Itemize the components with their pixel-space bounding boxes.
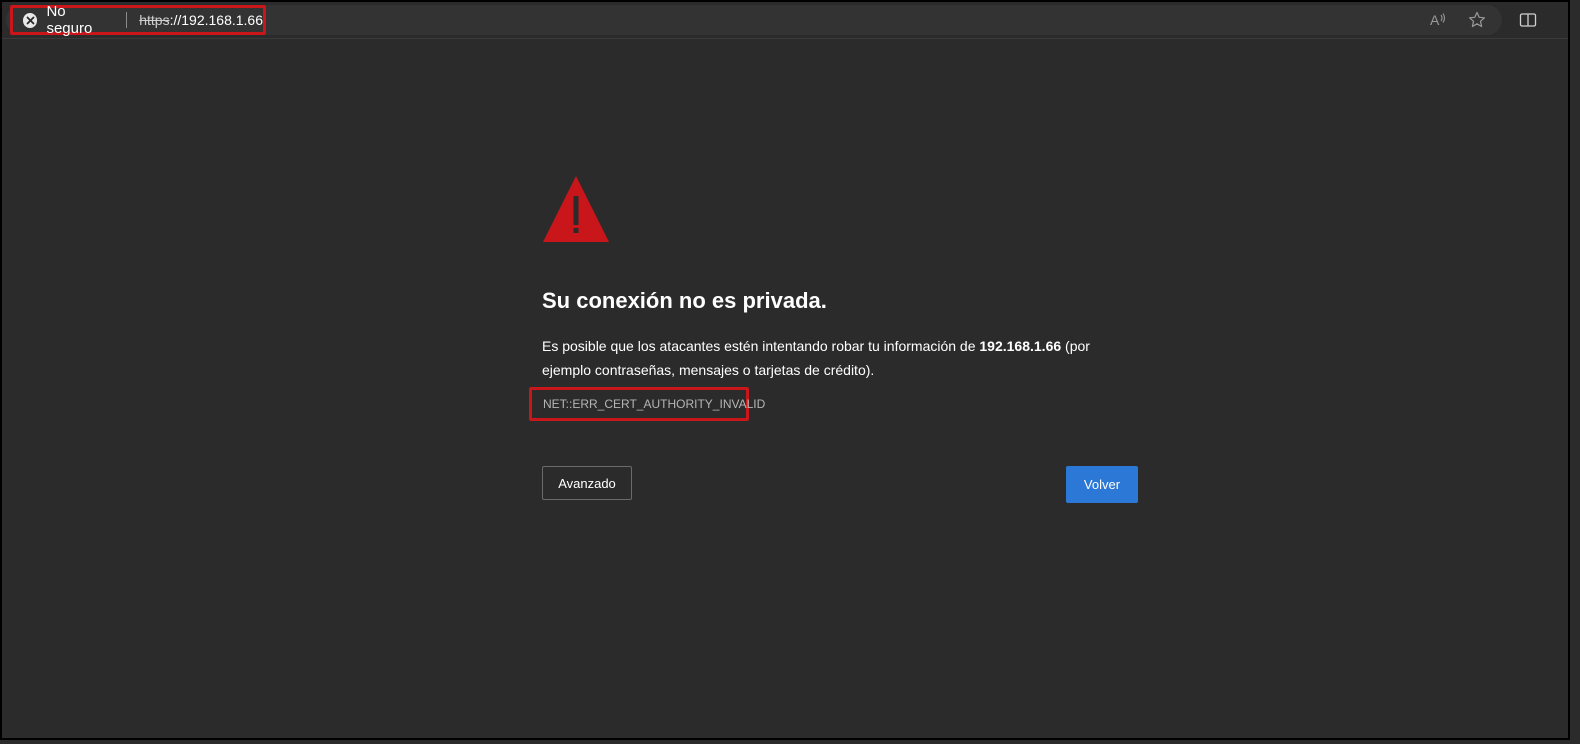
site-info-button[interactable]: No seguro https://192.168.1.66 xyxy=(10,3,266,37)
url-scheme: https xyxy=(139,12,170,28)
description-host: 192.168.1.66 xyxy=(979,338,1062,354)
browser-toolbar: No seguro https://192.168.1.66 A xyxy=(2,2,1568,39)
split-screen-icon[interactable] xyxy=(1518,10,1538,30)
url-host: ://192.168.1.66 xyxy=(169,12,263,28)
back-button[interactable]: Volver xyxy=(1066,466,1138,503)
browser-window: No seguro https://192.168.1.66 A Su con… xyxy=(0,0,1570,740)
page-title: Su conexión no es privada. xyxy=(542,288,827,313)
advanced-button[interactable]: Avanzado xyxy=(542,466,632,500)
error-code-highlight: NET::ERR_CERT_AUTHORITY_INVALID xyxy=(529,387,765,421)
error-description: Es posible que los atacantes estén inten… xyxy=(542,334,1138,382)
security-status-label: No seguro xyxy=(46,3,93,37)
warning-triangle-icon xyxy=(543,176,609,242)
favorite-star-icon[interactable] xyxy=(1467,10,1487,30)
address-divider xyxy=(126,12,128,28)
not-secure-icon xyxy=(23,12,38,28)
read-aloud-icon[interactable]: A xyxy=(1428,10,1448,30)
error-code[interactable]: NET::ERR_CERT_AUTHORITY_INVALID xyxy=(543,397,765,411)
svg-text:A: A xyxy=(1430,12,1440,28)
description-text-start: Es posible que los atacantes estén inten… xyxy=(542,338,980,354)
